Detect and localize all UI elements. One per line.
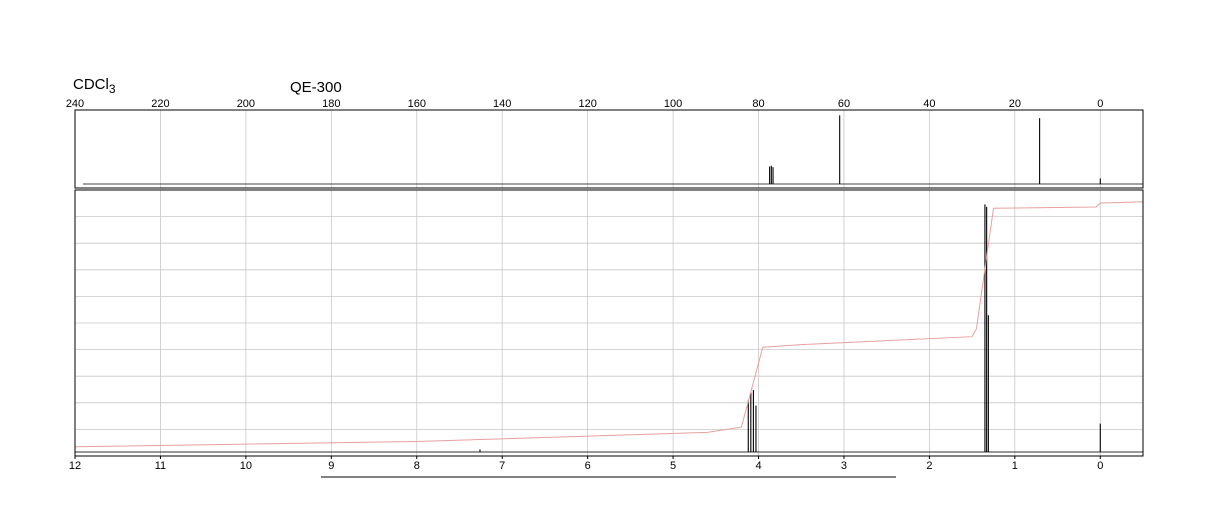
nmr-spectrum-chart: 240 220 200 180 160 140 120 100 80 60 40 20 0 12 11 10… [66, 98, 1144, 478]
proton-axis: 12 11 10 9 8 7 6 5 4 3 2 1 0 [69, 456, 1103, 472]
carbon-tick-label: 160 [408, 98, 426, 110]
proton-grid [74, 190, 1143, 456]
proton-tick-label: 2 [926, 460, 932, 472]
proton-tick-label: 6 [585, 460, 591, 472]
carbon-tick-label: 20 [1009, 98, 1021, 110]
integral-curve [74, 201, 1144, 448]
proton-tick-label: 3 [841, 460, 847, 472]
carbon-grid [74, 110, 1101, 188]
carbon-tick-label: 0 [1097, 98, 1103, 110]
proton-tick-label: 1 [1012, 460, 1018, 472]
carbon-tick-label: 80 [752, 98, 764, 110]
proton-tick-label: 8 [414, 460, 420, 472]
carbon-tick-label: 240 [66, 98, 84, 110]
carbon-tick-label: 200 [237, 98, 255, 110]
proton-tick-label: 9 [328, 460, 334, 472]
proton-tick-label: 11 [155, 460, 166, 472]
carbon-tick-label: 40 [923, 98, 935, 110]
proton-spectrum [75, 204, 1143, 453]
proton-tick-label: 10 [240, 460, 252, 472]
proton-tick-label: 0 [1097, 460, 1103, 472]
carbon-tick-label: 140 [493, 98, 511, 110]
proton-tick-label: 5 [670, 460, 676, 472]
carbon-spectrum [83, 115, 1143, 185]
proton-tick-label: 12 [69, 460, 81, 472]
carbon-tick-label: 60 [838, 98, 850, 110]
proton-tick-label: 4 [755, 460, 761, 472]
carbon-axis: 240 220 200 180 160 140 120 100 80 60 40 20 0 [66, 98, 1104, 110]
carbon-tick-label: 120 [578, 98, 596, 110]
proton-integral-curve [74, 201, 1144, 448]
carbon-tick-label: 180 [322, 98, 340, 110]
carbon-tick-label: 100 [664, 98, 682, 110]
proton-tick-label: 7 [499, 460, 505, 472]
carbon-tick-label: 220 [151, 98, 169, 110]
carbon-plot-frame [74, 109, 1144, 189]
